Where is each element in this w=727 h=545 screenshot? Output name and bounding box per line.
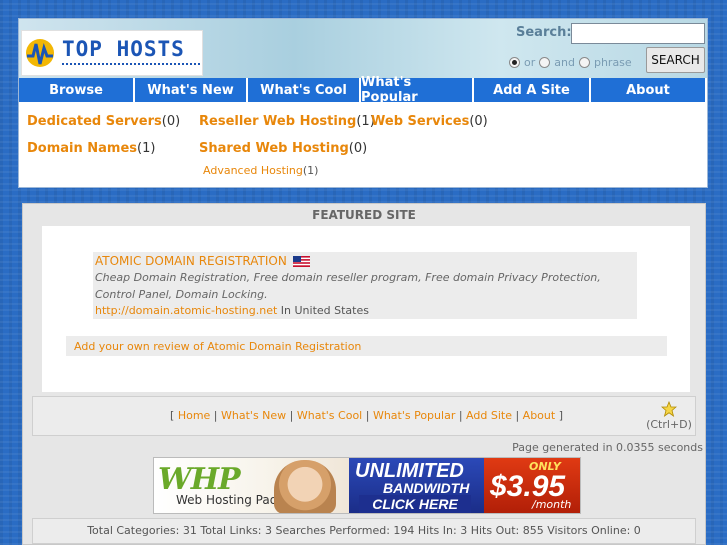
footer-link-whats-cool[interactable]: What's Cool bbox=[297, 409, 362, 422]
footer-link-whats-popular[interactable]: What's Popular bbox=[373, 409, 455, 422]
category-item: Shared Web Hosting(0) bbox=[199, 141, 367, 156]
featured-title: FEATURED SITE bbox=[312, 208, 416, 222]
nav-about[interactable]: About bbox=[591, 78, 705, 102]
radio-or-label: or bbox=[524, 55, 536, 69]
category-count: (1) bbox=[137, 141, 156, 156]
site-logo[interactable]: TOP HOSTS bbox=[21, 30, 203, 76]
footer-link-whats-new[interactable]: What's New bbox=[221, 409, 286, 422]
bookmark-hint: (Ctrl+D) bbox=[646, 418, 692, 431]
featured-site-entry: ATOMIC DOMAIN REGISTRATION Cheap Domain … bbox=[93, 252, 637, 319]
ad-banner[interactable]: WHP Web Hosting Pad UNLIMITED BANDWIDTH … bbox=[153, 457, 581, 514]
search-button[interactable]: SEARCH bbox=[646, 47, 705, 73]
category-item: Dedicated Servers(0) bbox=[27, 114, 180, 129]
search-mode-options: or and phrase bbox=[509, 52, 632, 72]
site-name-row: ATOMIC DOMAIN REGISTRATION bbox=[93, 252, 637, 269]
subcategory-link-advanced-hosting[interactable]: Advanced Hosting bbox=[203, 164, 303, 177]
banner-offer-area: UNLIMITED BANDWIDTH CLICK HERE ONLY $3.9… bbox=[349, 458, 580, 513]
category-item: Domain Names(1) bbox=[27, 141, 155, 156]
banner-subheadline: BANDWIDTH bbox=[383, 480, 470, 496]
subcategory-count: (1) bbox=[302, 164, 319, 177]
nav-whats-new[interactable]: What's New bbox=[135, 78, 246, 102]
radio-phrase-label: phrase bbox=[593, 55, 632, 69]
featured-site-description: Cheap Domain Registration, Free domain r… bbox=[95, 271, 601, 301]
logo-underline bbox=[62, 63, 200, 69]
radio-phrase[interactable] bbox=[578, 56, 590, 68]
banner-price-box: ONLY $3.95 /month bbox=[484, 458, 580, 513]
banner-person-image bbox=[274, 460, 336, 513]
us-flag-icon bbox=[292, 255, 310, 267]
footer-link-home[interactable]: Home bbox=[178, 409, 210, 422]
nav-add-a-site[interactable]: Add A Site bbox=[474, 78, 589, 102]
bookmark-button[interactable]: (Ctrl+D) bbox=[645, 401, 693, 431]
banner-per-month: /month bbox=[532, 498, 572, 511]
radio-and[interactable] bbox=[539, 56, 551, 68]
category-count: (0) bbox=[348, 141, 368, 156]
banner-brand-name: Web Hosting Pad bbox=[176, 493, 278, 507]
footer-nav: [ Home | What's New | What's Cool | What… bbox=[32, 396, 696, 436]
nav-whats-cool[interactable]: What's Cool bbox=[248, 78, 359, 102]
footer-links: [ Home | What's New | What's Cool | What… bbox=[170, 409, 563, 422]
star-icon bbox=[661, 401, 677, 417]
category-count: (0) bbox=[161, 114, 181, 129]
footer-open-bracket: [ bbox=[170, 409, 175, 422]
search-input[interactable] bbox=[571, 23, 705, 44]
featured-site-url[interactable]: http://domain.atomic-hosting.net bbox=[95, 304, 277, 317]
nav-browse[interactable]: Browse bbox=[19, 78, 133, 102]
subcategory-item: Advanced Hosting(1) bbox=[203, 164, 318, 177]
featured-box: ATOMIC DOMAIN REGISTRATION Cheap Domain … bbox=[42, 226, 690, 392]
banner-cta-button[interactable]: CLICK HERE bbox=[359, 495, 471, 513]
radio-or[interactable] bbox=[509, 56, 520, 68]
category-link-dedicated-servers[interactable]: Dedicated Servers bbox=[27, 114, 162, 129]
category-link-shared-web-hosting[interactable]: Shared Web Hosting bbox=[199, 141, 349, 156]
logo-text: TOP HOSTS bbox=[62, 37, 185, 61]
main-nav: Browse What's New What's Cool What's Pop… bbox=[19, 75, 707, 105]
footer-close-bracket: ] bbox=[558, 409, 563, 422]
site-link-row: http://domain.atomic-hosting.net In Unit… bbox=[93, 303, 637, 319]
category-list: Dedicated Servers(0) Reseller Web Hostin… bbox=[27, 112, 697, 187]
nav-whats-popular[interactable]: What's Popular bbox=[361, 75, 472, 105]
logo-mark-icon bbox=[26, 39, 54, 67]
banner-brand-logo: WHP bbox=[158, 462, 241, 497]
review-row: Add your own review of Atomic Domain Reg… bbox=[66, 336, 667, 356]
banner-brand-area: WHP Web Hosting Pad bbox=[154, 458, 349, 513]
radio-and-label: and bbox=[554, 55, 575, 69]
featured-panel: FEATURED SITE ATOMIC DOMAIN REGISTRATION… bbox=[22, 203, 706, 545]
category-item: Web Services(0) bbox=[371, 114, 488, 129]
page-generated-time: Page generated in 0.0355 seconds bbox=[512, 441, 703, 454]
category-link-reseller-web-hosting[interactable]: Reseller Web Hosting bbox=[199, 114, 356, 129]
category-item: Reseller Web Hosting(1) bbox=[199, 114, 375, 129]
featured-site-link[interactable]: ATOMIC DOMAIN REGISTRATION bbox=[95, 254, 287, 268]
category-link-web-services[interactable]: Web Services bbox=[371, 114, 469, 129]
footer-link-add-site[interactable]: Add Site bbox=[466, 409, 512, 422]
top-panel: TOP HOSTS Search: or and phrase SEARCH B… bbox=[18, 18, 708, 188]
footer-link-about[interactable]: About bbox=[523, 409, 556, 422]
featured-site-location: In United States bbox=[280, 304, 369, 317]
search-label: Search: bbox=[516, 25, 572, 40]
add-review-link[interactable]: Add your own review of Atomic Domain Reg… bbox=[74, 340, 361, 353]
category-link-domain-names[interactable]: Domain Names bbox=[27, 141, 137, 156]
site-stats: Total Categories: 31 Total Links: 3 Sear… bbox=[32, 518, 696, 544]
header-band: TOP HOSTS Search: or and phrase SEARCH bbox=[19, 19, 707, 78]
category-count: (0) bbox=[469, 114, 488, 129]
